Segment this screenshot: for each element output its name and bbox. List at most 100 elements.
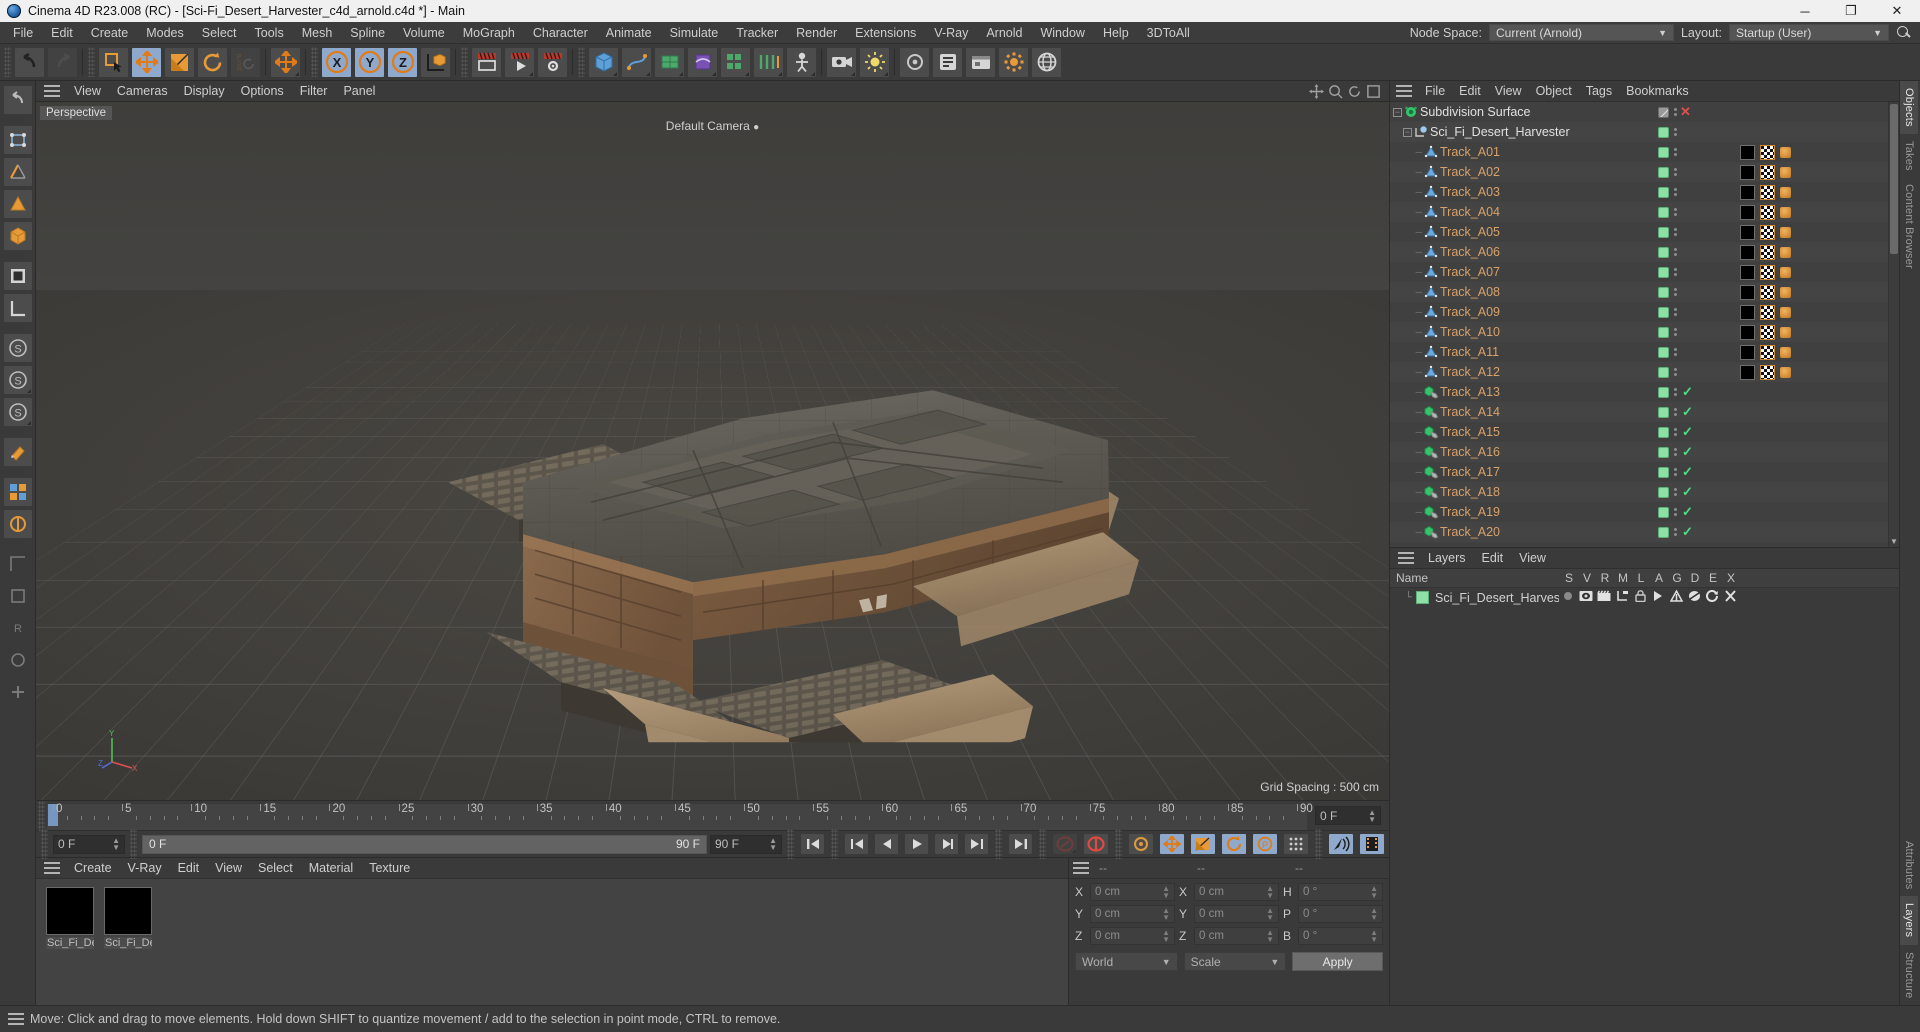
material-tag-icon[interactable] bbox=[1740, 204, 1755, 220]
enable-toggle[interactable] bbox=[1658, 266, 1669, 278]
layer-name[interactable]: Sci_Fi_Desert_Harvester bbox=[1435, 591, 1559, 605]
visibility-dots[interactable] bbox=[1674, 428, 1677, 436]
enable-toggle[interactable] bbox=[1658, 166, 1669, 178]
phong-tag-icon[interactable] bbox=[1780, 186, 1791, 198]
object-row[interactable]: ─ Track_A17 ✓ bbox=[1390, 462, 1888, 482]
field-button[interactable] bbox=[753, 46, 784, 78]
zoom-view-icon[interactable] bbox=[1328, 84, 1343, 99]
scrollbar-thumb[interactable] bbox=[1890, 104, 1898, 254]
axis-tool-button[interactable] bbox=[3, 549, 33, 579]
viewport-menu-item-display[interactable]: Display bbox=[176, 83, 233, 99]
render-settings-button[interactable] bbox=[537, 46, 568, 78]
enable-toggle[interactable] bbox=[1658, 186, 1669, 198]
visibility-dots[interactable] bbox=[1674, 448, 1677, 456]
object-name[interactable]: Track_A04 bbox=[1440, 205, 1500, 219]
manager-icon[interactable] bbox=[1613, 590, 1631, 605]
layers-column-v[interactable]: V bbox=[1578, 571, 1596, 585]
phong-tag-icon[interactable] bbox=[1780, 146, 1791, 158]
rotation-p-field[interactable]: 0 ° ▲ ▼ bbox=[1298, 905, 1383, 923]
timeline-grip[interactable] bbox=[38, 801, 45, 831]
layers-column-name[interactable]: Name bbox=[1390, 571, 1560, 585]
uvw-tag-icon[interactable] bbox=[1760, 184, 1775, 200]
visibility-dots[interactable] bbox=[1674, 468, 1677, 476]
size-z-field[interactable]: 0 cm ▲ ▼ bbox=[1194, 927, 1279, 945]
step-forward-button[interactable] bbox=[934, 833, 959, 855]
layers-column-x[interactable]: X bbox=[1722, 571, 1740, 585]
layers-menu-item-edit[interactable]: Edit bbox=[1474, 550, 1512, 566]
uvw-tag-icon[interactable] bbox=[1760, 204, 1775, 220]
object-menu-item-file[interactable]: File bbox=[1418, 83, 1452, 99]
layers-rows[interactable]: └ Sci_Fi_Desert_Harvester bbox=[1390, 588, 1899, 607]
material-menu-item-material[interactable]: Material bbox=[301, 860, 361, 876]
visibility-dots[interactable] bbox=[1674, 328, 1677, 336]
toolbar-grip[interactable] bbox=[311, 47, 318, 77]
node-space-dropdown[interactable]: Current (Arnold) ▼ bbox=[1488, 24, 1674, 41]
enable-toggle[interactable] bbox=[1658, 326, 1669, 338]
material-tag-icon[interactable] bbox=[1740, 344, 1755, 360]
undo-view-button[interactable] bbox=[2, 85, 33, 115]
maximize-view-icon[interactable] bbox=[1366, 84, 1381, 99]
spinner-icon[interactable]: ▲ ▼ bbox=[1162, 885, 1170, 900]
layers-menu-item-view[interactable]: View bbox=[1511, 550, 1554, 566]
visibility-dots[interactable] bbox=[1674, 148, 1677, 156]
snap-s-button-2[interactable]: S bbox=[2, 365, 33, 395]
uvw-tag-icon[interactable] bbox=[1760, 364, 1775, 380]
material-tag-icon[interactable] bbox=[1740, 264, 1755, 280]
object-row[interactable]: ─ Track_A02 bbox=[1390, 162, 1888, 182]
rotation-b-field[interactable]: 0 ° ▲ ▼ bbox=[1298, 927, 1383, 945]
layer-color-swatch[interactable] bbox=[1416, 591, 1429, 604]
add-object-button[interactable] bbox=[3, 677, 33, 707]
y-axis-lock-button[interactable]: Y bbox=[354, 46, 385, 78]
timeline-ruler[interactable]: 0 5 10 15 20 25 30 35 40 45 50 55 60 65 70 75 80 85 90 bbox=[47, 803, 1313, 830]
toolbar-grip[interactable] bbox=[461, 47, 468, 77]
expander-icon[interactable]: − bbox=[1390, 107, 1402, 117]
enable-toggle[interactable] bbox=[1658, 386, 1669, 398]
status-menu-icon[interactable] bbox=[8, 1013, 24, 1025]
size-x-field[interactable]: 0 cm ▲ ▼ bbox=[1194, 883, 1279, 901]
menu-item-mesh[interactable]: Mesh bbox=[293, 24, 342, 42]
object-row[interactable]: ─ Track_A09 bbox=[1390, 302, 1888, 322]
enable-toggle[interactable] bbox=[1658, 486, 1669, 498]
deformer-button[interactable] bbox=[687, 46, 718, 78]
menu-item-volume[interactable]: Volume bbox=[394, 24, 454, 42]
enable-toggle[interactable] bbox=[1658, 246, 1669, 258]
visibility-dots[interactable] bbox=[1674, 168, 1677, 176]
spinner-icon[interactable]: ▲ ▼ bbox=[1370, 929, 1378, 944]
go-to-end-button[interactable] bbox=[1008, 833, 1033, 855]
uvw-tag-icon[interactable] bbox=[1760, 224, 1775, 240]
object-manager-body[interactable]: − Subdivision Surface ✕ − Sci_Fi_Desert_Harv… bbox=[1390, 102, 1899, 547]
menu-item-mograph[interactable]: MoGraph bbox=[454, 24, 524, 42]
enable-toggle[interactable] bbox=[1658, 426, 1669, 438]
layers-column-g[interactable]: G bbox=[1668, 571, 1686, 585]
enable-toggle[interactable] bbox=[1658, 466, 1669, 478]
object-name[interactable]: Track_A07 bbox=[1440, 265, 1500, 279]
object-row[interactable]: − Subdivision Surface ✕ bbox=[1390, 102, 1888, 122]
generator-icon[interactable] bbox=[1667, 589, 1685, 605]
material-tag-icon[interactable] bbox=[1740, 224, 1755, 240]
phong-tag-icon[interactable] bbox=[1780, 306, 1791, 318]
range-grip[interactable] bbox=[130, 829, 137, 859]
render-to-picture-viewer-button[interactable] bbox=[504, 46, 535, 78]
lock-axis-button[interactable] bbox=[3, 645, 33, 675]
dock-tab-attributes[interactable]: Attributes bbox=[1900, 834, 1918, 896]
snap-s-button-1[interactable]: S bbox=[2, 333, 33, 363]
apply-button[interactable]: Apply bbox=[1292, 952, 1384, 971]
enable-toggle[interactable] bbox=[1658, 506, 1669, 518]
transform-mode-dropdown[interactable]: Scale ▼ bbox=[1183, 952, 1287, 971]
visibility-dots[interactable] bbox=[1674, 508, 1677, 516]
object-name[interactable]: Subdivision Surface bbox=[1420, 105, 1530, 119]
object-row[interactable]: ─ Track_A19 ✓ bbox=[1390, 502, 1888, 522]
spinner-icon[interactable]: ▲ ▼ bbox=[1370, 907, 1378, 922]
menu-item-select[interactable]: Select bbox=[193, 24, 246, 42]
object-menu-item-object[interactable]: Object bbox=[1529, 83, 1579, 99]
timeline-ruler-bar[interactable]: 0 5 10 15 20 25 30 35 40 45 50 55 60 65 70 75 80 85 90 0 F… bbox=[36, 800, 1389, 831]
move-tool-button[interactable] bbox=[131, 46, 162, 78]
keyframe-settings-button[interactable] bbox=[1128, 833, 1154, 855]
redo-button[interactable] bbox=[47, 46, 78, 78]
phong-tag-icon[interactable] bbox=[1780, 166, 1791, 178]
autokeying-button[interactable] bbox=[1083, 833, 1109, 855]
rotate-tool-button[interactable] bbox=[197, 46, 228, 78]
object-name[interactable]: Track_A09 bbox=[1440, 305, 1500, 319]
maximize-button[interactable]: ❐ bbox=[1828, 0, 1874, 22]
enable-toggle[interactable] bbox=[1658, 226, 1669, 238]
